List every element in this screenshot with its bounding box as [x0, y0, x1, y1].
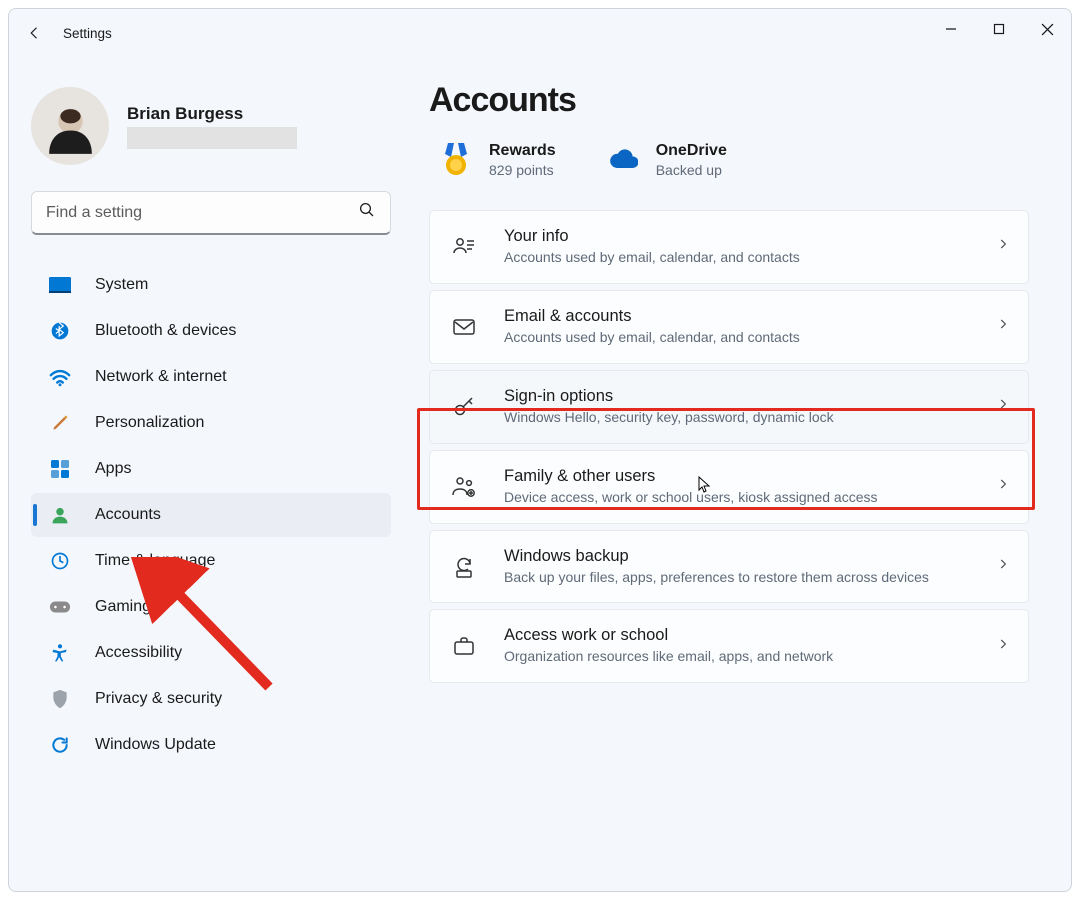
sidebar-item-gaming[interactable]: Gaming	[31, 585, 391, 629]
sidebar-item-network[interactable]: Network & internet	[31, 355, 391, 399]
sidebar-nav: System Bluetooth & devices Network & int…	[31, 263, 391, 767]
sidebar-item-label: System	[95, 276, 148, 294]
rewards-medal-icon	[441, 145, 471, 175]
card-title: Your info	[504, 227, 996, 246]
briefcase-icon	[450, 632, 478, 660]
search-icon	[358, 201, 376, 224]
chevron-right-icon	[996, 397, 1010, 416]
update-icon	[49, 734, 71, 756]
onedrive-tile[interactable]: OneDrive Backed up	[608, 142, 727, 178]
apps-icon	[49, 458, 71, 480]
onedrive-subtitle: Backed up	[656, 162, 727, 178]
chevron-right-icon	[996, 477, 1010, 496]
card-subtitle: Accounts used by email, calendar, and co…	[504, 248, 996, 267]
close-button[interactable]	[1023, 9, 1071, 49]
page-title: Accounts	[429, 81, 1047, 120]
chevron-right-icon	[996, 317, 1010, 336]
sidebar-item-update[interactable]: Windows Update	[31, 723, 391, 767]
sidebar-item-label: Network & internet	[95, 368, 227, 386]
minimize-button[interactable]	[927, 9, 975, 49]
card-subtitle: Device access, work or school users, kio…	[504, 488, 996, 507]
sidebar-item-label: Bluetooth & devices	[95, 322, 236, 340]
sidebar-item-personalization[interactable]: Personalization	[31, 401, 391, 445]
maximize-button[interactable]	[975, 9, 1023, 49]
card-family[interactable]: Family & other users Device access, work …	[429, 450, 1029, 524]
sidebar-item-system[interactable]: System	[31, 263, 391, 307]
shield-icon	[49, 688, 71, 710]
account-status-row: Rewards 829 points OneDrive Backed up	[429, 142, 1047, 178]
mail-icon	[450, 313, 478, 341]
profile-name: Brian Burgess	[127, 104, 297, 124]
family-icon	[450, 473, 478, 501]
backup-icon	[450, 553, 478, 581]
app-title: Settings	[63, 26, 112, 41]
paintbrush-icon	[49, 412, 71, 434]
cloud-icon	[608, 145, 638, 175]
rewards-tile[interactable]: Rewards 829 points	[441, 142, 556, 178]
rewards-title: Rewards	[489, 142, 556, 160]
card-title: Access work or school	[504, 626, 996, 645]
system-icon	[49, 274, 71, 296]
search-input[interactable]	[46, 204, 358, 222]
back-button[interactable]	[19, 17, 51, 49]
chevron-right-icon	[996, 557, 1010, 576]
chevron-right-icon	[996, 237, 1010, 256]
card-subtitle: Back up your files, apps, preferences to…	[504, 568, 996, 587]
sidebar-item-privacy[interactable]: Privacy & security	[31, 677, 391, 721]
card-work-school[interactable]: Access work or school Organization resour…	[429, 609, 1029, 683]
onedrive-title: OneDrive	[656, 142, 727, 160]
card-title: Sign-in options	[504, 387, 996, 406]
gamepad-icon	[49, 596, 71, 618]
profile-email-redacted	[127, 127, 297, 149]
bluetooth-icon	[49, 320, 71, 342]
sidebar-item-label: Accessibility	[95, 644, 182, 662]
card-title: Family & other users	[504, 467, 996, 486]
wifi-icon	[49, 366, 71, 388]
card-subtitle: Organization resources like email, apps,…	[504, 647, 996, 666]
key-icon	[450, 393, 478, 421]
accessibility-icon	[49, 642, 71, 664]
card-title: Windows backup	[504, 547, 996, 566]
sidebar-item-label: Gaming	[95, 598, 151, 616]
sidebar-item-label: Personalization	[95, 414, 204, 432]
card-your-info[interactable]: Your info Accounts used by email, calenda…	[429, 210, 1029, 284]
sidebar-item-label: Windows Update	[95, 736, 216, 754]
card-sign-in-options[interactable]: Sign-in options Windows Hello, security k…	[429, 370, 1029, 444]
card-subtitle: Accounts used by email, calendar, and co…	[504, 328, 996, 347]
avatar	[31, 87, 109, 165]
sidebar-item-bluetooth[interactable]: Bluetooth & devices	[31, 309, 391, 353]
card-title: Email & accounts	[504, 307, 996, 326]
sidebar-item-accounts[interactable]: Accounts	[31, 493, 391, 537]
sidebar: Brian Burgess System Bluetooth & devices	[9, 57, 409, 891]
sidebar-item-time[interactable]: Time & language	[31, 539, 391, 583]
card-email-accounts[interactable]: Email & accounts Accounts used by email, …	[429, 290, 1029, 364]
settings-window: Settings Brian Burgess	[8, 8, 1072, 892]
titlebar: Settings	[9, 9, 1071, 57]
sidebar-item-label: Accounts	[95, 506, 161, 524]
settings-card-list: Your info Accounts used by email, calenda…	[429, 210, 1029, 683]
sidebar-item-label: Apps	[95, 460, 131, 478]
rewards-subtitle: 829 points	[489, 162, 556, 178]
card-subtitle: Windows Hello, security key, password, d…	[504, 408, 996, 427]
search-box[interactable]	[31, 191, 391, 235]
sidebar-item-accessibility[interactable]: Accessibility	[31, 631, 391, 675]
sidebar-item-apps[interactable]: Apps	[31, 447, 391, 491]
chevron-right-icon	[996, 637, 1010, 656]
your-info-icon	[450, 233, 478, 261]
card-backup[interactable]: Windows backup Back up your files, apps, …	[429, 530, 1029, 604]
main-panel: Accounts Rewards 829 points OneDrive Backe…	[409, 57, 1071, 891]
person-icon	[49, 504, 71, 526]
sidebar-item-label: Time & language	[95, 552, 215, 570]
clock-globe-icon	[49, 550, 71, 572]
sidebar-item-label: Privacy & security	[95, 690, 222, 708]
profile-block[interactable]: Brian Burgess	[31, 87, 391, 165]
